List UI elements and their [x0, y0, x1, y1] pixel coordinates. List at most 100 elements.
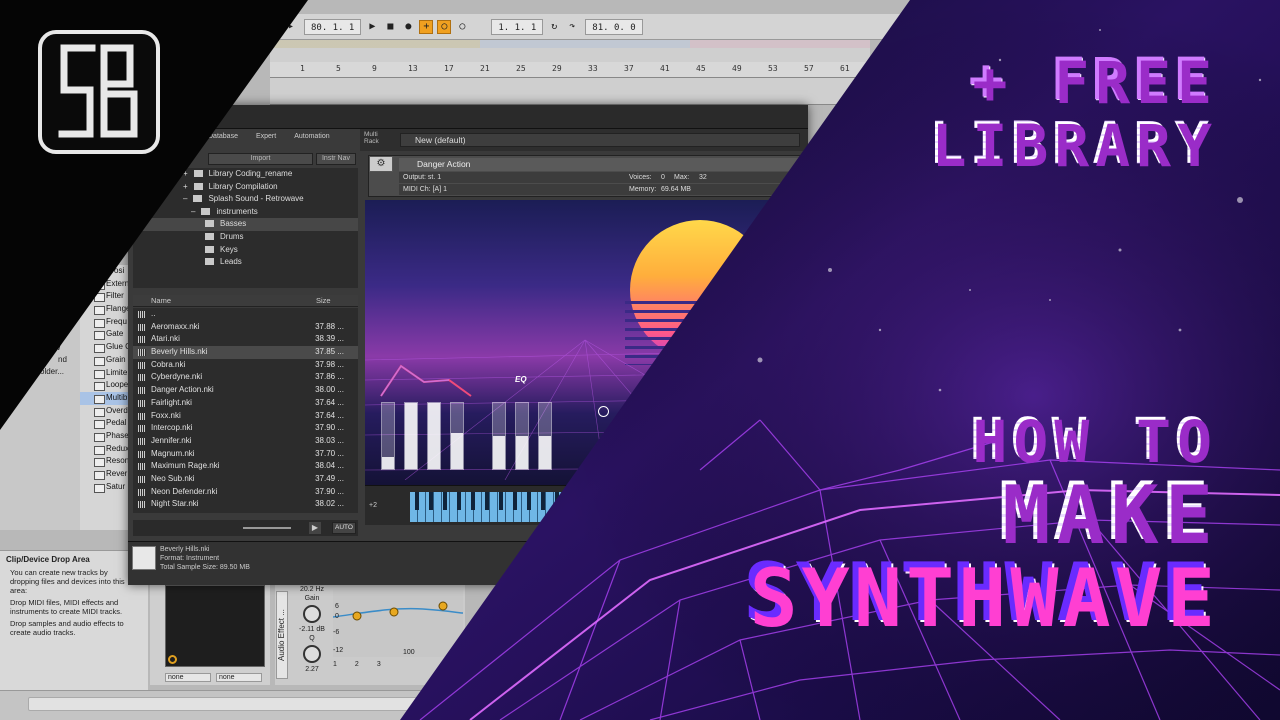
output-value[interactable]: st. 1 [428, 174, 441, 181]
knob-icon[interactable] [168, 655, 177, 664]
eq-device-title[interactable]: Audio Effect ... [276, 591, 288, 679]
q-knob-icon[interactable] [303, 645, 321, 663]
record-icon[interactable]: ● [401, 20, 415, 34]
name-column-header[interactable]: Name [151, 296, 171, 305]
file-row[interactable]: Danger Action.nki 38.00 ... [133, 384, 358, 397]
clip-device-drop-area[interactable]: Clip/Device Drop Area You can create new… [0, 550, 148, 690]
file-row[interactable]: Fairlight.nki 37.64 ... [133, 397, 358, 410]
eq-slider-fill [493, 436, 505, 469]
gain-knob-icon[interactable] [303, 605, 321, 623]
file-row[interactable]: Maximum Rage.nki 38.04 ... [133, 460, 358, 473]
folder-label: Library Coding_rename [208, 169, 293, 178]
position-display[interactable]: 80. 1. 1 [304, 18, 362, 35]
file-row[interactable]: Magnum.nki 37.70 ... [133, 448, 358, 461]
instrument-name-field[interactable]: Danger Action [399, 158, 809, 171]
eq-band-handle-1[interactable] [352, 611, 362, 621]
file-row[interactable]: Neon Defender.nki 37.90 ... [133, 486, 358, 499]
eq-slider[interactable] [492, 402, 506, 470]
eq-band-number[interactable]: 2 [355, 661, 359, 668]
tab-automation[interactable]: Automation [294, 133, 329, 147]
loop-start-display[interactable]: 1. 1. 1 [491, 18, 544, 35]
automation-arm-icon[interactable]: ○ [437, 19, 452, 34]
play-icon[interactable]: ▶ [365, 20, 379, 34]
file-row[interactable]: Neo Sub.nki 37.49 ... [133, 473, 358, 486]
file-size: 38.02 ... [315, 499, 344, 509]
size-column-header[interactable]: Size [316, 296, 331, 305]
timeline-ruler[interactable]: 1 5 9 13 17 21 25 29 33 37 41 45 49 53 57 61 65 [270, 62, 886, 78]
punch-icon[interactable]: ↷ [565, 20, 579, 34]
wrench-icon[interactable]: ⚙ [369, 156, 393, 172]
file-row[interactable]: Cyberdyne.nki 37.86 ... [133, 371, 358, 384]
eq-slider[interactable] [515, 402, 529, 470]
expand-toggle-icon[interactable]: – [183, 194, 187, 203]
folder-tree-item[interactable]: – Splash Sound - Retrowave [133, 193, 358, 206]
envelope-slider[interactable] [404, 402, 418, 470]
loop-icon[interactable]: ↻ [547, 20, 561, 34]
session-record-icon[interactable]: ○ [455, 20, 469, 34]
file-size: 38.03 ... [315, 435, 344, 445]
expand-toggle-icon[interactable]: – [191, 207, 195, 216]
device-slot-a[interactable]: none [165, 673, 211, 682]
eq-slider[interactable] [538, 402, 552, 470]
place-label: l Th [50, 273, 64, 282]
file-row[interactable]: Beverly Hills.nki 37.85 ... [133, 346, 358, 359]
expand-toggle-icon[interactable]: + [183, 169, 188, 178]
overdub-icon[interactable]: + [419, 19, 434, 34]
folder-tree-item[interactable]: Drums [133, 231, 358, 244]
file-row[interactable]: .. [133, 308, 358, 321]
folder-icon [201, 207, 211, 215]
play-preview-icon[interactable]: ▶ [309, 522, 321, 534]
folder-tree-item[interactable]: Leads [133, 256, 358, 269]
file-row[interactable]: Jennifer.nki 38.03 ... [133, 435, 358, 448]
file-size: 38.39 ... [315, 334, 344, 344]
midi-value[interactable]: [A] 1 [433, 186, 447, 193]
tab-expert[interactable]: Expert [256, 133, 276, 147]
eq-band-number[interactable]: 1 [333, 661, 337, 668]
envelope-slider[interactable] [427, 402, 441, 470]
file-name: Beverly Hills.nki [151, 347, 208, 357]
file-row[interactable]: Cobra.nki 37.98 ... [133, 359, 358, 372]
envelope-slider[interactable] [381, 402, 395, 470]
file-row[interactable]: Night Star.nki 38.02 ... [133, 498, 358, 511]
file-row[interactable]: Atari.nki 38.39 ... [133, 333, 358, 346]
eq-slider-fill [539, 436, 551, 469]
file-row[interactable]: Foxx.nki 37.64 ... [133, 410, 358, 423]
ruler-tick: 57 [804, 64, 814, 73]
expand-toggle-icon[interactable]: + [183, 182, 188, 191]
file-size: 37.70 ... [315, 448, 344, 458]
preview-volume-slider[interactable] [243, 527, 291, 529]
loop-length-display[interactable]: 81. 0. 0 [585, 18, 643, 35]
place-label[interactable]: older... [40, 367, 64, 376]
black-keys[interactable] [410, 492, 808, 510]
file-row[interactable]: Aeromaxx.nki 37.88 ... [133, 321, 358, 334]
eq-q-value: 2.27 [305, 666, 319, 673]
file-name: Neo Sub.nki [151, 473, 195, 483]
status-field[interactable] [28, 697, 548, 711]
instrument-file-icon [138, 425, 146, 433]
title-line-free: + FREE [969, 46, 1215, 114]
eq-curve-graph[interactable]: 6 0 -6 -12 100 [332, 589, 464, 657]
file-row[interactable]: Intercop.nki 37.90 ... [133, 422, 358, 435]
tab-database[interactable]: Database [208, 133, 238, 147]
ruler-tick: 5 [336, 64, 341, 73]
auto-button[interactable]: AUTO [332, 522, 356, 534]
folder-tree-item[interactable]: + Library Coding_rename [133, 168, 358, 181]
folder-tree-item[interactable]: – instruments [133, 206, 358, 219]
folder-tree-item[interactable]: Basses [133, 218, 358, 231]
device-slot-b[interactable]: none [216, 673, 262, 682]
multi-name-field[interactable]: New (default) [400, 133, 800, 147]
import-button[interactable]: Import [208, 153, 313, 165]
stop-icon[interactable]: ■ [383, 20, 397, 34]
folder-tree-item[interactable]: + Library Compilation [133, 181, 358, 194]
eq-band-handle-2[interactable] [389, 607, 399, 617]
eq-band-handle-3[interactable] [438, 601, 448, 611]
folder-tree-item[interactable]: Keys [133, 244, 358, 257]
eq-band-number[interactable]: 3 [377, 661, 381, 668]
eq-gain-label: Gain [304, 595, 320, 602]
max-value[interactable]: 32 [699, 172, 707, 183]
eq-axis-label: -12 [333, 647, 344, 654]
envelope-slider[interactable] [450, 402, 464, 470]
octave-label: +2 [369, 502, 377, 509]
instr-nav-button[interactable]: Instr Nav [316, 153, 356, 165]
metronome-icon[interactable]: ▸ [284, 20, 298, 34]
